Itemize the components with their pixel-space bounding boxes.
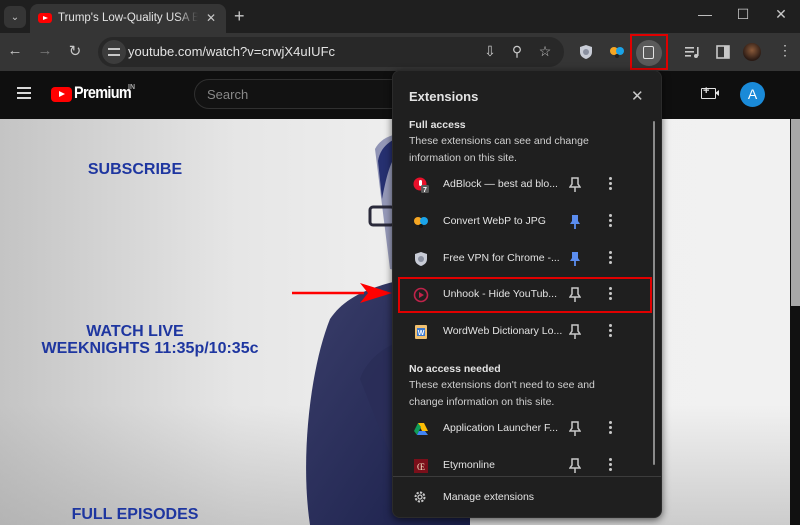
- convert-webp-icon: [414, 217, 428, 228]
- extensions-popup: Extensions ✕ Full access These extension…: [392, 70, 662, 518]
- forward-button[interactable]: →: [35, 42, 55, 59]
- extension-row-convert-webp[interactable]: Convert WebP to JPG: [399, 204, 651, 240]
- media-controls-icon[interactable]: [683, 42, 703, 62]
- new-tab-button[interactable]: +: [234, 6, 245, 26]
- extension-name: Etymonline: [443, 459, 495, 471]
- search-placeholder: Search: [207, 87, 249, 102]
- profile-avatar[interactable]: [743, 43, 761, 61]
- create-video-icon[interactable]: [701, 85, 719, 99]
- page-scrollbar-thumb[interactable]: [791, 119, 800, 306]
- more-options-icon[interactable]: [609, 177, 613, 191]
- google-drive-icon: [414, 423, 428, 435]
- youtube-account-avatar[interactable]: A: [740, 82, 765, 107]
- browser-toolbar: ← → ↻ youtube.com/watch?v=crwjX4uIUFc ⇩ …: [0, 33, 800, 71]
- manage-extensions-label: Manage extensions: [443, 491, 535, 503]
- reload-button[interactable]: ↻: [65, 42, 85, 60]
- popup-divider: [393, 476, 661, 477]
- youtube-logo-icon[interactable]: [51, 87, 72, 102]
- manage-extensions-button[interactable]: Manage extensions: [399, 483, 651, 511]
- youtube-premium-brand[interactable]: Premium: [74, 83, 132, 103]
- full-access-description: These extensions can see and change info…: [409, 135, 589, 164]
- chevron-down-icon: ⌄: [10, 11, 20, 23]
- more-options-icon[interactable]: [609, 287, 613, 301]
- site-info-icon[interactable]: [102, 40, 126, 64]
- tab-search-button[interactable]: ⌄: [4, 6, 26, 28]
- extension-name: WordWeb Dictionary Lo...: [443, 325, 563, 337]
- popup-close-icon[interactable]: ✕: [631, 87, 644, 105]
- extension-name: Free VPN for Chrome -...: [443, 252, 560, 264]
- extension-name: AdBlock — best ad blo...: [443, 178, 558, 190]
- pin-outline-icon[interactable]: [569, 287, 581, 303]
- extensions-button-highlight: [630, 34, 668, 70]
- no-access-heading: No access needed: [409, 363, 501, 375]
- extension-row-free-vpn[interactable]: Free VPN for Chrome -...: [399, 241, 651, 277]
- maximize-button[interactable]: ☐: [728, 6, 758, 23]
- promo-watch-live: WATCH LIVE: [86, 323, 184, 340]
- side-panel-icon[interactable]: [713, 42, 733, 62]
- popup-scrollbar-thumb[interactable]: [653, 121, 655, 465]
- popup-title: Extensions: [409, 89, 479, 104]
- etymonline-icon: Œ: [414, 459, 428, 473]
- more-options-icon[interactable]: [609, 324, 613, 338]
- promo-full-episodes: FULL EPISODES: [71, 506, 199, 523]
- convert-webp-icon[interactable]: [607, 42, 627, 62]
- pin-filled-icon[interactable]: [569, 251, 581, 267]
- extension-row-unhook[interactable]: Unhook - Hide YouTub...: [398, 277, 652, 313]
- svg-text:W: W: [418, 330, 425, 337]
- tab-title: Trump's Low-Quality USA Bibles: [58, 12, 198, 24]
- close-window-button[interactable]: ✕: [766, 6, 796, 23]
- svg-text:7: 7: [423, 187, 427, 193]
- pin-outline-icon[interactable]: [569, 324, 581, 340]
- popup-scrollbar[interactable]: [651, 121, 657, 465]
- unhook-icon: [413, 287, 429, 303]
- pin-outline-icon[interactable]: [569, 421, 581, 437]
- hamburger-menu-icon[interactable]: [17, 87, 31, 89]
- browser-menu-icon[interactable]: ⋮: [778, 42, 792, 59]
- adblock-icon: 7: [413, 177, 429, 193]
- promo-schedule: WEEKNIGHTS 11:35p/10:35c: [41, 340, 259, 357]
- more-options-icon[interactable]: [609, 421, 613, 435]
- region-code: IN: [128, 84, 135, 91]
- back-button[interactable]: ←: [5, 42, 25, 59]
- vpn-shield-icon[interactable]: [576, 42, 596, 62]
- extension-row-adblock[interactable]: 7 AdBlock — best ad blo...: [399, 167, 651, 203]
- page-scrollbar[interactable]: [790, 119, 800, 525]
- youtube-favicon-icon: [38, 13, 52, 23]
- extensions-button[interactable]: [636, 40, 662, 66]
- full-access-heading: Full access: [409, 119, 466, 131]
- more-options-icon[interactable]: [609, 458, 613, 472]
- zoom-icon[interactable]: ⚲: [508, 43, 526, 60]
- annotation-arrow-icon: [292, 283, 392, 303]
- install-app-icon[interactable]: ⇩: [481, 43, 499, 60]
- more-options-icon[interactable]: [609, 214, 613, 228]
- no-access-description: These extensions don't need to see and c…: [409, 379, 595, 408]
- gear-icon: [414, 491, 426, 503]
- extension-row-etymonline[interactable]: Œ Etymonline: [399, 448, 651, 484]
- promo-subscribe: SUBSCRIBE: [87, 161, 183, 178]
- extension-name: Convert WebP to JPG: [443, 215, 546, 227]
- bookmark-star-icon[interactable]: ☆: [536, 43, 554, 60]
- svg-text:Œ: Œ: [417, 462, 425, 472]
- wordweb-icon: W: [415, 325, 427, 339]
- url-text[interactable]: youtube.com/watch?v=crwjX4uIUFc: [128, 44, 335, 59]
- extension-name: Unhook - Hide YouTub...: [443, 288, 558, 300]
- extension-row-application-launcher[interactable]: Application Launcher F...: [399, 411, 651, 447]
- extension-name: Application Launcher F...: [443, 422, 558, 434]
- puzzle-icon: [643, 46, 654, 59]
- tab-active[interactable]: Trump's Low-Quality USA Bibles ✕: [30, 4, 226, 33]
- pin-filled-icon[interactable]: [569, 214, 581, 230]
- pin-outline-icon[interactable]: [569, 177, 581, 193]
- tab-close-icon[interactable]: ✕: [206, 11, 216, 25]
- tab-strip: ⌄ Trump's Low-Quality USA Bibles ✕ + — ☐…: [0, 0, 800, 33]
- extension-row-wordweb[interactable]: W WordWeb Dictionary Lo...: [399, 314, 651, 350]
- minimize-button[interactable]: —: [690, 6, 720, 22]
- vpn-shield-icon: [415, 252, 427, 266]
- pin-outline-icon[interactable]: [569, 458, 581, 474]
- address-bar[interactable]: youtube.com/watch?v=crwjX4uIUFc ⇩ ⚲ ☆: [98, 37, 564, 67]
- youtube-search-input[interactable]: Search: [194, 79, 414, 109]
- more-options-icon[interactable]: [609, 251, 613, 265]
